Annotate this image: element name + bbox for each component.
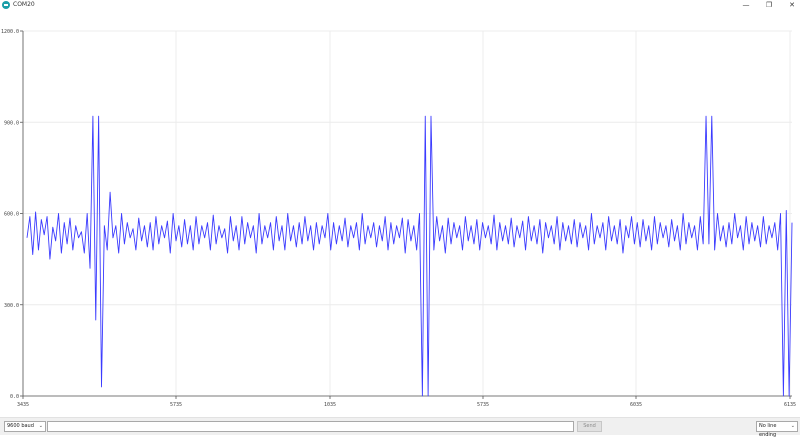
maximize-button[interactable]: ❐ xyxy=(758,0,780,10)
x-tick-label: 3435 xyxy=(17,402,29,408)
x-tick-label: 5735 xyxy=(477,402,489,408)
send-button[interactable]: Send xyxy=(577,421,602,432)
baud-rate-select[interactable]: 9600 baud ⌄ xyxy=(4,421,46,432)
title-bar: COM20 — ❐ ✕ xyxy=(0,0,800,11)
y-tick-label: 1200.0 xyxy=(1,29,19,35)
line-ending-label: No line ending xyxy=(759,423,777,438)
minimize-button[interactable]: — xyxy=(735,0,757,10)
chevron-down-icon: ⌄ xyxy=(38,423,43,429)
x-tick-label: 1035 xyxy=(324,402,336,408)
close-button[interactable]: ✕ xyxy=(781,0,800,10)
x-tick-label: 5735 xyxy=(170,402,182,408)
x-tick-label: 6135 xyxy=(784,402,796,408)
y-tick-label: 900.0 xyxy=(4,120,19,126)
window-title: COM20 xyxy=(13,1,35,8)
bottom-toolbar: 9600 baud ⌄ Send No line ending ⌄ xyxy=(0,417,800,438)
baud-rate-label: 9600 baud xyxy=(7,423,34,429)
plot-area: 0.0 300.0 600.0 900.0 1200.0 3435 5735 1035 5735… xyxy=(1,29,796,408)
x-tick-label: 6035 xyxy=(630,402,642,408)
series-line xyxy=(26,115,793,397)
y-tick-label: 600.0 xyxy=(4,212,19,218)
chevron-down-icon: ⌄ xyxy=(790,423,795,429)
serial-plotter: 0.0 300.0 600.0 900.0 1200.0 3435 5735 1035 5735… xyxy=(0,11,800,415)
arduino-icon xyxy=(2,1,10,9)
y-tick-label: 0.0 xyxy=(10,394,19,400)
y-tick-label: 300.0 xyxy=(4,303,19,309)
message-input[interactable] xyxy=(47,421,574,432)
line-ending-select[interactable]: No line ending ⌄ xyxy=(756,421,798,438)
